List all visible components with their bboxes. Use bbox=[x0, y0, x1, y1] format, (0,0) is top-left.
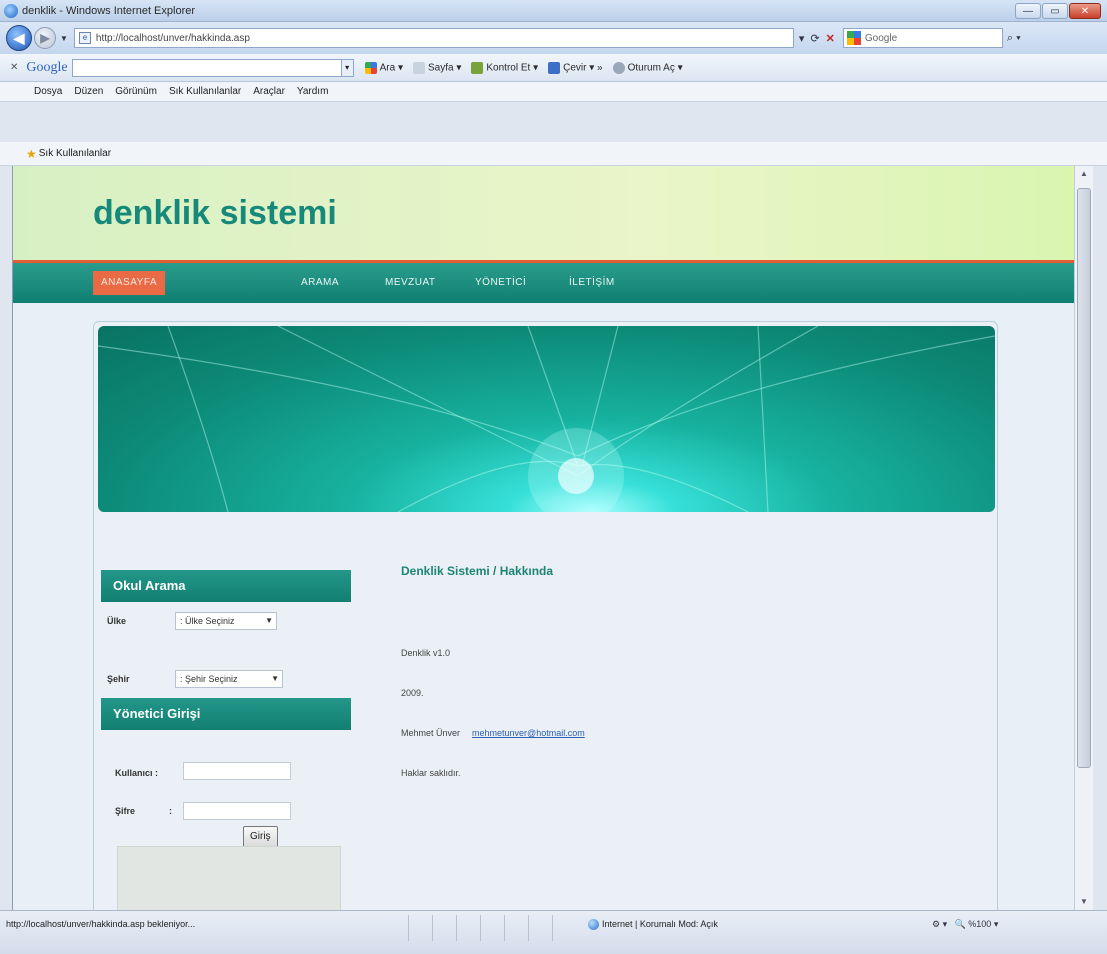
url-dropdown-icon[interactable]: ▾ bbox=[799, 32, 805, 45]
toolbar-close-icon[interactable]: ✕ bbox=[10, 62, 18, 73]
maximize-button[interactable]: ▭ bbox=[1042, 3, 1068, 19]
country-select[interactable]: : Ülke Seçiniz ▼ bbox=[175, 612, 277, 630]
page-title: Denklik Sistemi / Hakkında bbox=[401, 564, 554, 578]
toolbar-check[interactable]: Kontrol Et ▾ bbox=[471, 61, 538, 74]
back-button[interactable]: ◀ bbox=[6, 25, 32, 51]
menu-bar: Dosya Düzen Görünüm Sık Kullanılanlar Ar… bbox=[0, 82, 1107, 102]
url-field[interactable]: e http://localhost/unver/hakkinda.asp bbox=[73, 28, 794, 48]
window-titlebar: denklik - Windows Internet Explorer — ▭ … bbox=[0, 0, 1107, 22]
search-icon[interactable]: ⌕ ▾ bbox=[1007, 32, 1021, 45]
check-icon bbox=[471, 61, 484, 74]
google-search-input[interactable] bbox=[71, 58, 342, 77]
toolbar-signin[interactable]: Oturum Aç ▾ bbox=[612, 61, 683, 74]
header-banner-image bbox=[98, 326, 995, 512]
status-divider bbox=[408, 915, 409, 941]
status-divider bbox=[456, 915, 457, 941]
menu-edit[interactable]: Düzen bbox=[74, 86, 103, 97]
stop-icon[interactable]: ✕ bbox=[826, 32, 835, 45]
address-bar: ◀ ▶ ▼ e http://localhost/unver/hakkinda.… bbox=[0, 22, 1107, 54]
window-title: denklik - Windows Internet Explorer bbox=[22, 4, 196, 17]
refresh-icon[interactable]: ⟳ bbox=[810, 32, 819, 45]
ie-logo-icon bbox=[4, 3, 18, 18]
page-icon bbox=[412, 61, 425, 74]
status-divider bbox=[432, 915, 433, 941]
minimize-button[interactable]: — bbox=[1015, 3, 1041, 19]
status-bar: http://localhost/unver/hakkinda.asp bekl… bbox=[0, 910, 1107, 954]
favorites-label[interactable]: Sık Kullanılanlar bbox=[39, 148, 111, 159]
sidebar: Okul Arama Ülke : Ülke Seçiniz ▼ Şehir : … bbox=[101, 558, 351, 910]
nav-contact[interactable]: İLETİŞİM bbox=[561, 271, 623, 295]
window-controls: — ▭ ✕ bbox=[1015, 3, 1101, 19]
status-divider bbox=[528, 915, 529, 941]
vertical-scrollbar[interactable]: ▲ ▼ bbox=[1074, 166, 1093, 910]
site-title: denklik sistemi bbox=[93, 194, 337, 232]
favorites-star-icon[interactable]: ★ bbox=[26, 147, 37, 161]
city-select[interactable]: : Şehir Seçiniz ▼ bbox=[175, 670, 283, 688]
globe-icon bbox=[588, 919, 599, 931]
google-search-dropdown-icon[interactable]: ▾ bbox=[341, 58, 354, 77]
nav-home[interactable]: ANASAYFA bbox=[93, 271, 166, 295]
google-toolbar: ✕ Google ▾ Ara ▾ Sayfa ▾ Kontrol Et ▾ Çe… bbox=[0, 54, 1107, 82]
password-input[interactable] bbox=[183, 802, 291, 820]
status-divider bbox=[504, 915, 505, 941]
search-box[interactable]: Google bbox=[842, 28, 1003, 48]
page-icon: e bbox=[78, 32, 91, 44]
username-label: Kullanıcı : bbox=[115, 768, 159, 778]
scroll-thumb[interactable] bbox=[1077, 188, 1091, 768]
year-text: 2009. bbox=[401, 688, 424, 698]
nav-legislation[interactable]: MEVZUAT bbox=[377, 271, 444, 295]
site-nav: ANASAYFA ARAMA MEVZUAT YÖNETİCİ İLETİŞİM bbox=[13, 260, 1075, 303]
security-zone[interactable]: Internet | Korumalı Mod: Açık bbox=[588, 919, 718, 931]
scroll-down-icon[interactable]: ▼ bbox=[1075, 894, 1093, 910]
nav-search[interactable]: ARAMA bbox=[293, 271, 347, 295]
google-icon bbox=[846, 31, 861, 45]
url-text: http://localhost/unver/hakkinda.asp bbox=[95, 32, 250, 44]
admin-login-heading: Yönetici Girişi bbox=[101, 698, 351, 730]
city-label: Şehir bbox=[107, 674, 130, 684]
site-header: denklik sistemi bbox=[13, 166, 1075, 260]
country-label: Ülke bbox=[107, 616, 127, 626]
close-button[interactable]: ✕ bbox=[1069, 3, 1101, 19]
translate-icon bbox=[548, 61, 561, 74]
status-url: http://localhost/unver/hakkinda.asp bekl… bbox=[6, 919, 196, 929]
scroll-up-icon[interactable]: ▲ bbox=[1075, 166, 1093, 182]
username-input[interactable] bbox=[183, 762, 291, 780]
chevron-down-icon: ▼ bbox=[271, 674, 279, 683]
banner-light-rays bbox=[98, 326, 995, 512]
sidebar-placeholder-box bbox=[117, 846, 341, 910]
zoom-control[interactable]: ⚙ ▾ 🔍 %100 ▾ bbox=[932, 919, 998, 930]
email-link[interactable]: mehmetunver@hotmail.com bbox=[472, 728, 585, 738]
chevron-down-icon: ▼ bbox=[265, 616, 273, 625]
menu-favorites[interactable]: Sık Kullanılanlar bbox=[169, 86, 241, 97]
google-search-icon bbox=[364, 61, 377, 74]
toolbar-translate[interactable]: Çevir ▾ » bbox=[548, 61, 603, 74]
password-colon: : bbox=[169, 806, 172, 816]
school-search-heading: Okul Arama bbox=[101, 570, 351, 602]
toolbar-page[interactable]: Sayfa ▾ bbox=[412, 61, 461, 74]
search-placeholder: Google bbox=[864, 32, 898, 44]
status-divider bbox=[552, 915, 553, 941]
version-text: Denklik v1.0 bbox=[401, 648, 451, 658]
author-name: Mehmet Ünver bbox=[401, 728, 461, 738]
menu-help[interactable]: Yardım bbox=[297, 86, 329, 97]
password-label: Şifre bbox=[115, 806, 136, 816]
google-logo: Google bbox=[26, 59, 68, 75]
toolbar-search[interactable]: Ara ▾ bbox=[364, 61, 403, 74]
rights-text: Haklar saklıdır. bbox=[401, 768, 461, 778]
status-divider bbox=[480, 915, 481, 941]
menu-view[interactable]: Görünüm bbox=[115, 86, 157, 97]
menu-tools[interactable]: Araçlar bbox=[253, 86, 285, 97]
user-icon bbox=[612, 61, 625, 74]
forward-button[interactable]: ▶ bbox=[34, 27, 56, 49]
nav-admin[interactable]: YÖNETİCİ bbox=[467, 271, 534, 295]
login-button[interactable]: Giriş bbox=[243, 826, 278, 848]
page-viewport: denklik sistemi ANASAYFA ARAMA MEVZUAT Y… bbox=[12, 166, 1087, 910]
url-tools: ▾ ⟳ ✕ bbox=[799, 32, 835, 45]
favorites-bar: ★ Sık Kullanılanlar bbox=[0, 142, 1107, 166]
author-line: Mehmet Ünver mehmetunver@hotmail.com bbox=[401, 728, 585, 738]
menu-file[interactable]: Dosya bbox=[34, 86, 62, 97]
history-dropdown-icon[interactable]: ▼ bbox=[60, 34, 68, 43]
